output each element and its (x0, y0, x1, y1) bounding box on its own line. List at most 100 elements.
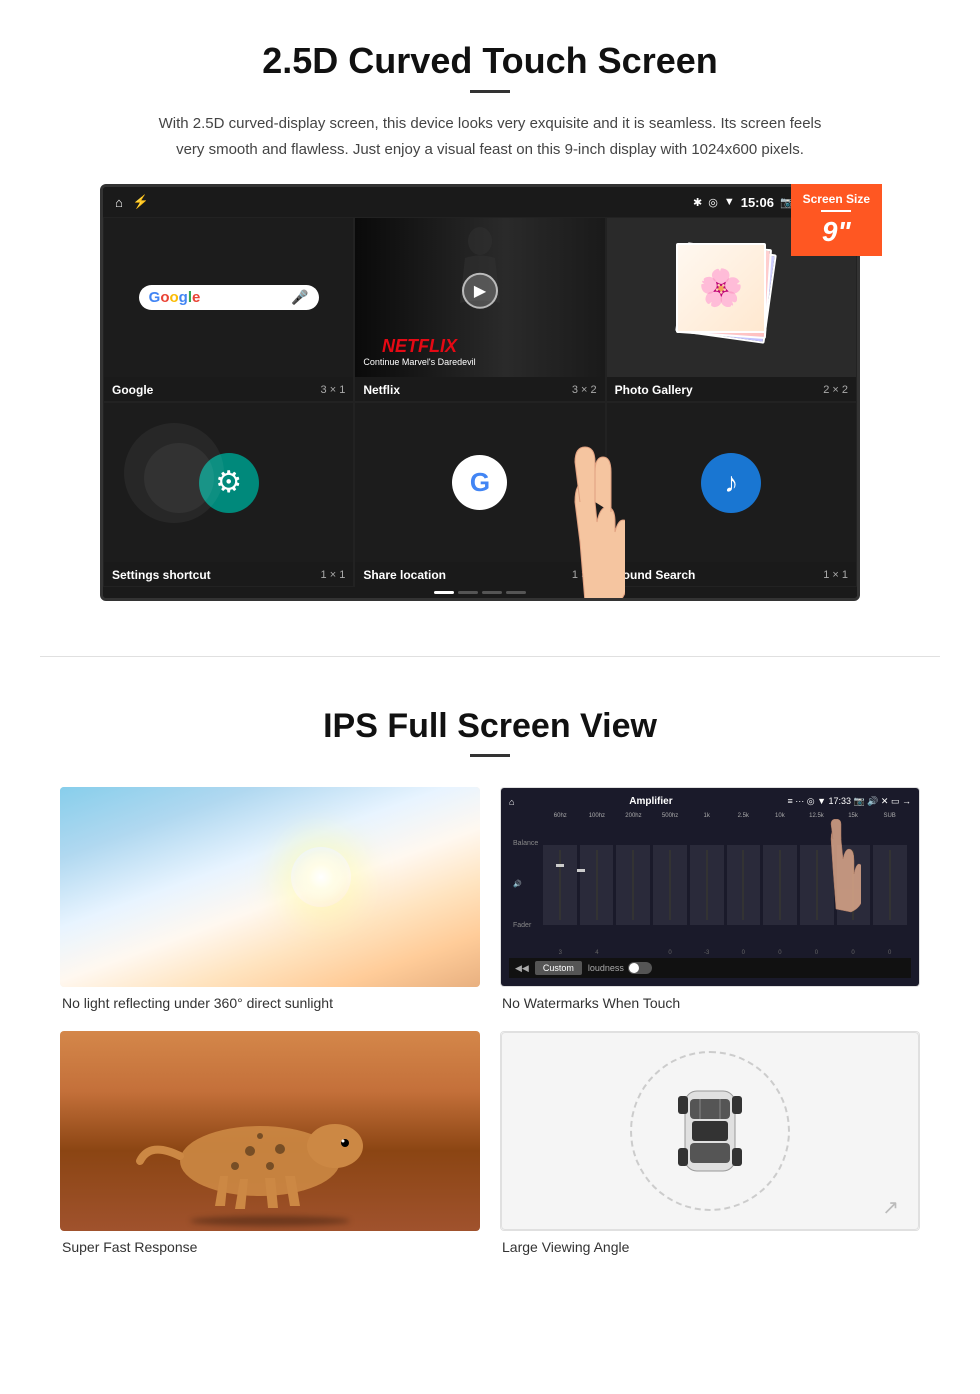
title-underline (470, 90, 510, 93)
toggle-knob (629, 963, 639, 973)
sunlight-bg (60, 787, 480, 987)
eq-track-3 (632, 850, 634, 920)
eq-thumb-1 (556, 864, 564, 867)
car-circle (630, 1051, 790, 1211)
num-blank (616, 950, 651, 956)
sunlight-content (60, 787, 480, 987)
google-app-cell[interactable]: Google 🎤 Google 3 × 1 (103, 217, 354, 402)
mic-icon: 🎤 (291, 289, 308, 306)
fader-label: Fader (513, 922, 541, 929)
google-content: Google 🎤 (104, 218, 353, 377)
gallery-label-bar: Photo Gallery 2 × 2 (607, 377, 856, 402)
slide-dot-1 (434, 591, 454, 594)
eq-track-6 (742, 850, 744, 920)
usb-icon: ⚡ (133, 194, 149, 210)
sunlight-image (60, 787, 480, 987)
eq-track-2 (596, 850, 598, 920)
eq-bar-7[interactable] (763, 845, 797, 925)
home-icon: ⌂ (115, 195, 123, 210)
sound-content: ♪ (607, 403, 856, 562)
amplifier-image: ⌂ Amplifier ≡ ··· ◎ ▼ 17:33 📷 🔊 ✕ ▭ → 60… (500, 787, 920, 987)
share-location-app-cell[interactable]: G Share location (354, 402, 605, 587)
photo-stack: 🌸 (671, 243, 791, 353)
loudness-label: loudness (588, 963, 624, 973)
status-bar: ⌂ ⚡ ✱ ◎ ▼ 15:06 📷 🔊 ✕ ▭ (103, 187, 857, 217)
hand-on-eq (811, 819, 861, 909)
eq-track-5 (706, 850, 708, 920)
badge-label: Screen Size (803, 192, 870, 206)
maps-icon: G (452, 455, 507, 510)
share-content: G (355, 403, 604, 562)
netflix-subtitle: Continue Marvel's Daredevil (363, 357, 475, 367)
device-screen: ⌂ ⚡ ✱ ◎ ▼ 15:06 📷 🔊 ✕ ▭ (100, 184, 860, 601)
loudness-toggle[interactable] (628, 962, 652, 974)
num-0: 0 (653, 950, 688, 956)
location-icon: ◎ (708, 196, 718, 209)
sound-search-app-cell[interactable]: ♪ Sound Search 1 × 1 (606, 402, 857, 587)
eq-bar-1[interactable] (543, 845, 577, 925)
eq-bar-2[interactable] (580, 845, 614, 925)
gallery-app-size: 2 × 2 (823, 384, 848, 396)
amp-title: Amplifier (629, 796, 672, 807)
share-app-size: 1 × 1 (572, 569, 597, 581)
netflix-logo: NETFLIX (363, 337, 475, 355)
hand-eq-svg (811, 819, 861, 919)
status-left: ⌂ ⚡ (115, 194, 149, 210)
section1-description: With 2.5D curved-display screen, this de… (150, 111, 830, 162)
eq-bar-4[interactable] (653, 845, 687, 925)
photo-item-1: 🌸 (676, 243, 766, 333)
cheetah-bg (60, 1031, 480, 1231)
amp-screen: ⌂ Amplifier ≡ ··· ◎ ▼ 17:33 📷 🔊 ✕ ▭ → 60… (501, 788, 919, 986)
num-4: 4 (580, 950, 615, 956)
amp-icons: ≡ ··· ◎ ▼ 17:33 📷 🔊 ✕ ▭ → (787, 796, 911, 807)
custom-preset-btn[interactable]: Custom (535, 961, 582, 975)
settings-app-name: Settings shortcut (112, 568, 211, 582)
eq-bar-3[interactable] (616, 845, 650, 925)
sound-label-bar: Sound Search 1 × 1 (607, 562, 856, 587)
google-app-name: Google (112, 383, 153, 397)
sound-app-size: 1 × 1 (823, 569, 848, 581)
netflix-content: ▶ NETFLIX Continue Marvel's Daredevil (355, 218, 604, 377)
eq-track-4 (669, 850, 671, 920)
amp-home-icon: ⌂ (509, 797, 514, 807)
nav-prev[interactable]: ◀◀ (515, 963, 529, 974)
car-caption: Large Viewing Angle (500, 1239, 920, 1255)
sun-glow (291, 847, 351, 907)
settings-bg (104, 403, 353, 562)
eq-track-7 (779, 850, 781, 920)
eq-bar-6[interactable] (727, 845, 761, 925)
app-grid-row2: ⚙ Settings shortcut 1 × 1 G (103, 402, 857, 587)
share-app-name: Share location (363, 568, 446, 582)
settings-app-size: 1 × 1 (321, 569, 346, 581)
amp-time: 17:33 (828, 796, 851, 806)
image-grid: No light reflecting under 360° direct su… (60, 787, 920, 1255)
netflix-app-cell[interactable]: ▶ NETFLIX Continue Marvel's Daredevil Ne… (354, 217, 605, 402)
cheetah-svg (120, 1061, 420, 1221)
card-cheetah: Super Fast Response (60, 1031, 480, 1255)
google-search-bar[interactable]: Google 🎤 (139, 285, 319, 310)
netflix-play-button[interactable]: ▶ (462, 272, 498, 308)
badge-size: 9" (803, 216, 870, 248)
sound-app-name: Sound Search (615, 568, 696, 582)
eq-bar-10[interactable] (873, 845, 907, 925)
eq-side-labels: Balance 🔊 Fader (513, 823, 541, 946)
sound-icon-label: 🔊 (513, 880, 541, 888)
eq-numbers-row: 3 4 0 -3 0 0 0 0 0 (509, 950, 911, 958)
slide-indicator (103, 587, 857, 598)
status-time: 15:06 (741, 195, 774, 210)
wifi-icon: ▼ (724, 196, 735, 208)
google-logo: Google (149, 289, 201, 306)
netflix-label-bar: Netflix 3 × 2 (355, 377, 604, 402)
car-image: ↗ (500, 1031, 920, 1231)
num-neg3: -3 (689, 950, 724, 956)
card-car: ↗ Large Viewing Angle (500, 1031, 920, 1255)
app-grid-row1: Google 🎤 Google 3 × 1 (103, 217, 857, 402)
section-ips: IPS Full Screen View No light reflecting… (0, 677, 980, 1295)
balance-label: Balance (513, 840, 541, 847)
eq-bar-5[interactable] (690, 845, 724, 925)
sky-bg (60, 787, 480, 987)
section1-title: 2.5D Curved Touch Screen (60, 40, 920, 82)
settings-app-cell[interactable]: ⚙ Settings shortcut 1 × 1 (103, 402, 354, 587)
flower-icon: 🌸 (699, 267, 744, 309)
section-curved-touch: 2.5D Curved Touch Screen With 2.5D curve… (0, 0, 980, 636)
